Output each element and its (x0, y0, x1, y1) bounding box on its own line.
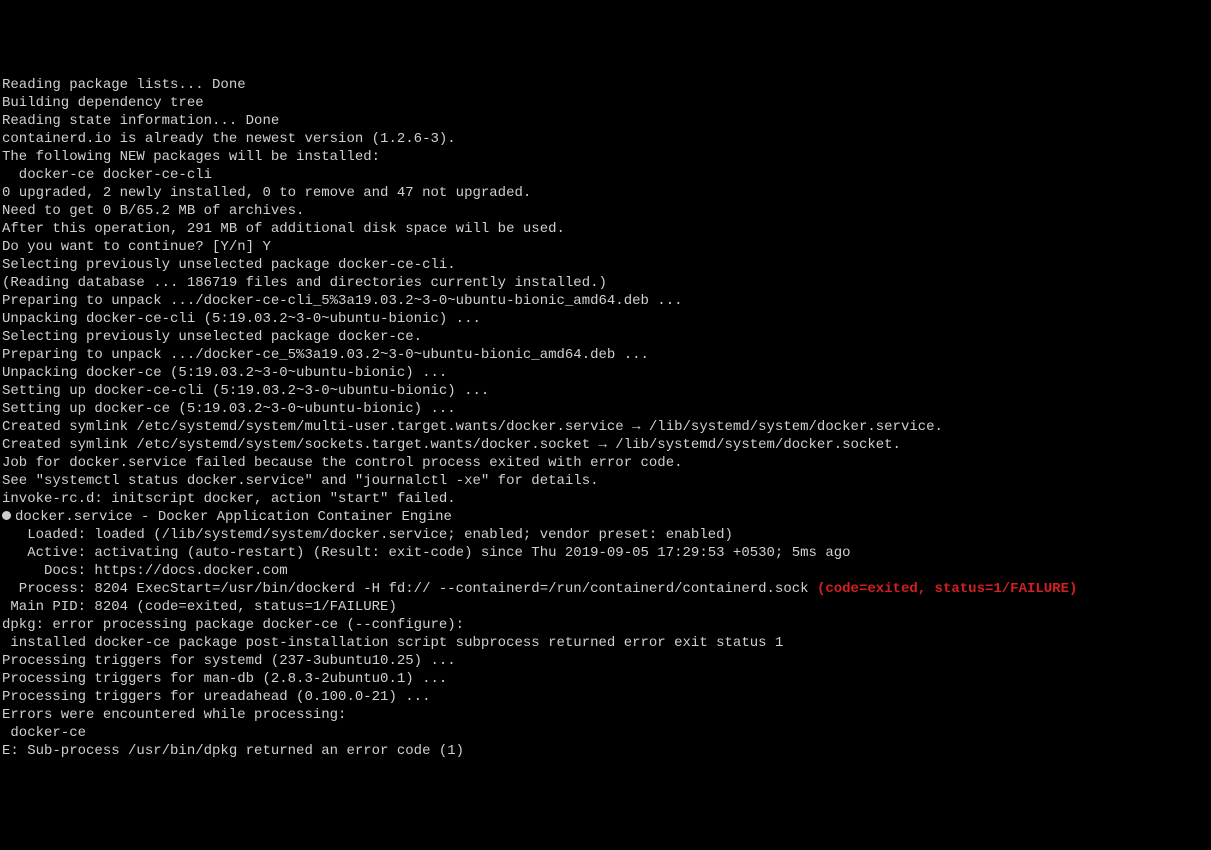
terminal-line: invoke-rc.d: initscript docker, action "… (2, 490, 1209, 508)
terminal-text: Errors were encountered while processing… (2, 707, 346, 723)
terminal-text: docker.service - Docker Application Cont… (15, 509, 452, 525)
terminal-text: Created symlink /etc/systemd/system/mult… (2, 419, 943, 435)
terminal-line: Building dependency tree (2, 94, 1209, 112)
terminal-line: Unpacking docker-ce-cli (5:19.03.2~3-0~u… (2, 310, 1209, 328)
terminal-text: Preparing to unpack .../docker-ce_5%3a19… (2, 347, 649, 363)
terminal-text: Active: activating (auto-restart) (Resul… (2, 545, 851, 561)
terminal-text: Unpacking docker-ce (5:19.03.2~3-0~ubunt… (2, 365, 447, 381)
terminal-line: Created symlink /etc/systemd/system/mult… (2, 418, 1209, 436)
terminal-text: E: Sub-process /usr/bin/dpkg returned an… (2, 743, 464, 759)
terminal-text: Do you want to continue? [Y/n] Y (2, 239, 271, 255)
terminal-line: Selecting previously unselected package … (2, 256, 1209, 274)
terminal-text: Processing triggers for man-db (2.8.3-2u… (2, 671, 447, 687)
terminal-line: Active: activating (auto-restart) (Resul… (2, 544, 1209, 562)
terminal-line: Reading state information... Done (2, 112, 1209, 130)
terminal-text: Job for docker.service failed because th… (2, 455, 683, 471)
terminal-text: Unpacking docker-ce-cli (5:19.03.2~3-0~u… (2, 311, 481, 327)
terminal-line: After this operation, 291 MB of addition… (2, 220, 1209, 238)
terminal-line: Selecting previously unselected package … (2, 328, 1209, 346)
terminal-text: Process: 8204 ExecStart=/usr/bin/dockerd… (2, 581, 817, 597)
terminal-text: Created symlink /etc/systemd/system/sock… (2, 437, 901, 453)
terminal-line: Do you want to continue? [Y/n] Y (2, 238, 1209, 256)
terminal-line: Loaded: loaded (/lib/systemd/system/dock… (2, 526, 1209, 544)
terminal-line: Main PID: 8204 (code=exited, status=1/FA… (2, 598, 1209, 616)
terminal-line: containerd.io is already the newest vers… (2, 130, 1209, 148)
terminal-text: docker-ce docker-ce-cli (2, 167, 212, 183)
terminal-line: Setting up docker-ce (5:19.03.2~3-0~ubun… (2, 400, 1209, 418)
terminal-text: dpkg: error processing package docker-ce… (2, 617, 464, 633)
terminal-text: invoke-rc.d: initscript docker, action "… (2, 491, 456, 507)
terminal-text: containerd.io is already the newest vers… (2, 131, 456, 147)
terminal-text: Processing triggers for ureadahead (0.10… (2, 689, 430, 705)
terminal-line: Docs: https://docs.docker.com (2, 562, 1209, 580)
terminal-text: Main PID: 8204 (code=exited, status=1/FA… (2, 599, 397, 615)
terminal-line: Errors were encountered while processing… (2, 706, 1209, 724)
terminal-line: Unpacking docker-ce (5:19.03.2~3-0~ubunt… (2, 364, 1209, 382)
terminal-text: After this operation, 291 MB of addition… (2, 221, 565, 237)
terminal-text: Setting up docker-ce-cli (5:19.03.2~3-0~… (2, 383, 489, 399)
terminal-line: Job for docker.service failed because th… (2, 454, 1209, 472)
terminal-text: installed docker-ce package post-install… (2, 635, 783, 651)
terminal-text: Processing triggers for systemd (237-3ub… (2, 653, 456, 669)
terminal-line: The following NEW packages will be insta… (2, 148, 1209, 166)
terminal-line: docker-ce (2, 724, 1209, 742)
terminal-line: docker-ce docker-ce-cli (2, 166, 1209, 184)
error-text: (code=exited, status=1/FAILURE) (817, 581, 1077, 597)
status-dot-icon (2, 511, 11, 520)
terminal-text: Reading package lists... Done (2, 77, 246, 93)
terminal-line: Preparing to unpack .../docker-ce-cli_5%… (2, 292, 1209, 310)
terminal-line: Preparing to unpack .../docker-ce_5%3a19… (2, 346, 1209, 364)
terminal-text: Building dependency tree (2, 95, 204, 111)
terminal-text: Reading state information... Done (2, 113, 279, 129)
terminal-line: Processing triggers for systemd (237-3ub… (2, 652, 1209, 670)
terminal-line: Setting up docker-ce-cli (5:19.03.2~3-0~… (2, 382, 1209, 400)
terminal-text: Selecting previously unselected package … (2, 329, 422, 345)
terminal-text: The following NEW packages will be insta… (2, 149, 380, 165)
terminal-line: dpkg: error processing package docker-ce… (2, 616, 1209, 634)
terminal-line: Need to get 0 B/65.2 MB of archives. (2, 202, 1209, 220)
terminal-text: (Reading database ... 186719 files and d… (2, 275, 607, 291)
terminal-text: Docs: https://docs.docker.com (2, 563, 288, 579)
terminal-text: 0 upgraded, 2 newly installed, 0 to remo… (2, 185, 531, 201)
terminal-line: docker.service - Docker Application Cont… (2, 508, 1209, 526)
terminal-line: Process: 8204 ExecStart=/usr/bin/dockerd… (2, 580, 1209, 598)
terminal-text: Preparing to unpack .../docker-ce-cli_5%… (2, 293, 683, 309)
terminal-line: 0 upgraded, 2 newly installed, 0 to remo… (2, 184, 1209, 202)
terminal-output[interactable]: Reading package lists... Done Building de… (2, 76, 1209, 760)
terminal-text: Setting up docker-ce (5:19.03.2~3-0~ubun… (2, 401, 456, 417)
terminal-text: Need to get 0 B/65.2 MB of archives. (2, 203, 304, 219)
terminal-text: See "systemctl status docker.service" an… (2, 473, 599, 489)
terminal-line: E: Sub-process /usr/bin/dpkg returned an… (2, 742, 1209, 760)
terminal-line: Reading package lists... Done (2, 76, 1209, 94)
terminal-line: (Reading database ... 186719 files and d… (2, 274, 1209, 292)
terminal-text: Loaded: loaded (/lib/systemd/system/dock… (2, 527, 733, 543)
terminal-line: Processing triggers for man-db (2.8.3-2u… (2, 670, 1209, 688)
terminal-line: See "systemctl status docker.service" an… (2, 472, 1209, 490)
terminal-line: Created symlink /etc/systemd/system/sock… (2, 436, 1209, 454)
terminal-text: docker-ce (2, 725, 86, 741)
terminal-line: installed docker-ce package post-install… (2, 634, 1209, 652)
terminal-text: Selecting previously unselected package … (2, 257, 456, 273)
terminal-line: Processing triggers for ureadahead (0.10… (2, 688, 1209, 706)
